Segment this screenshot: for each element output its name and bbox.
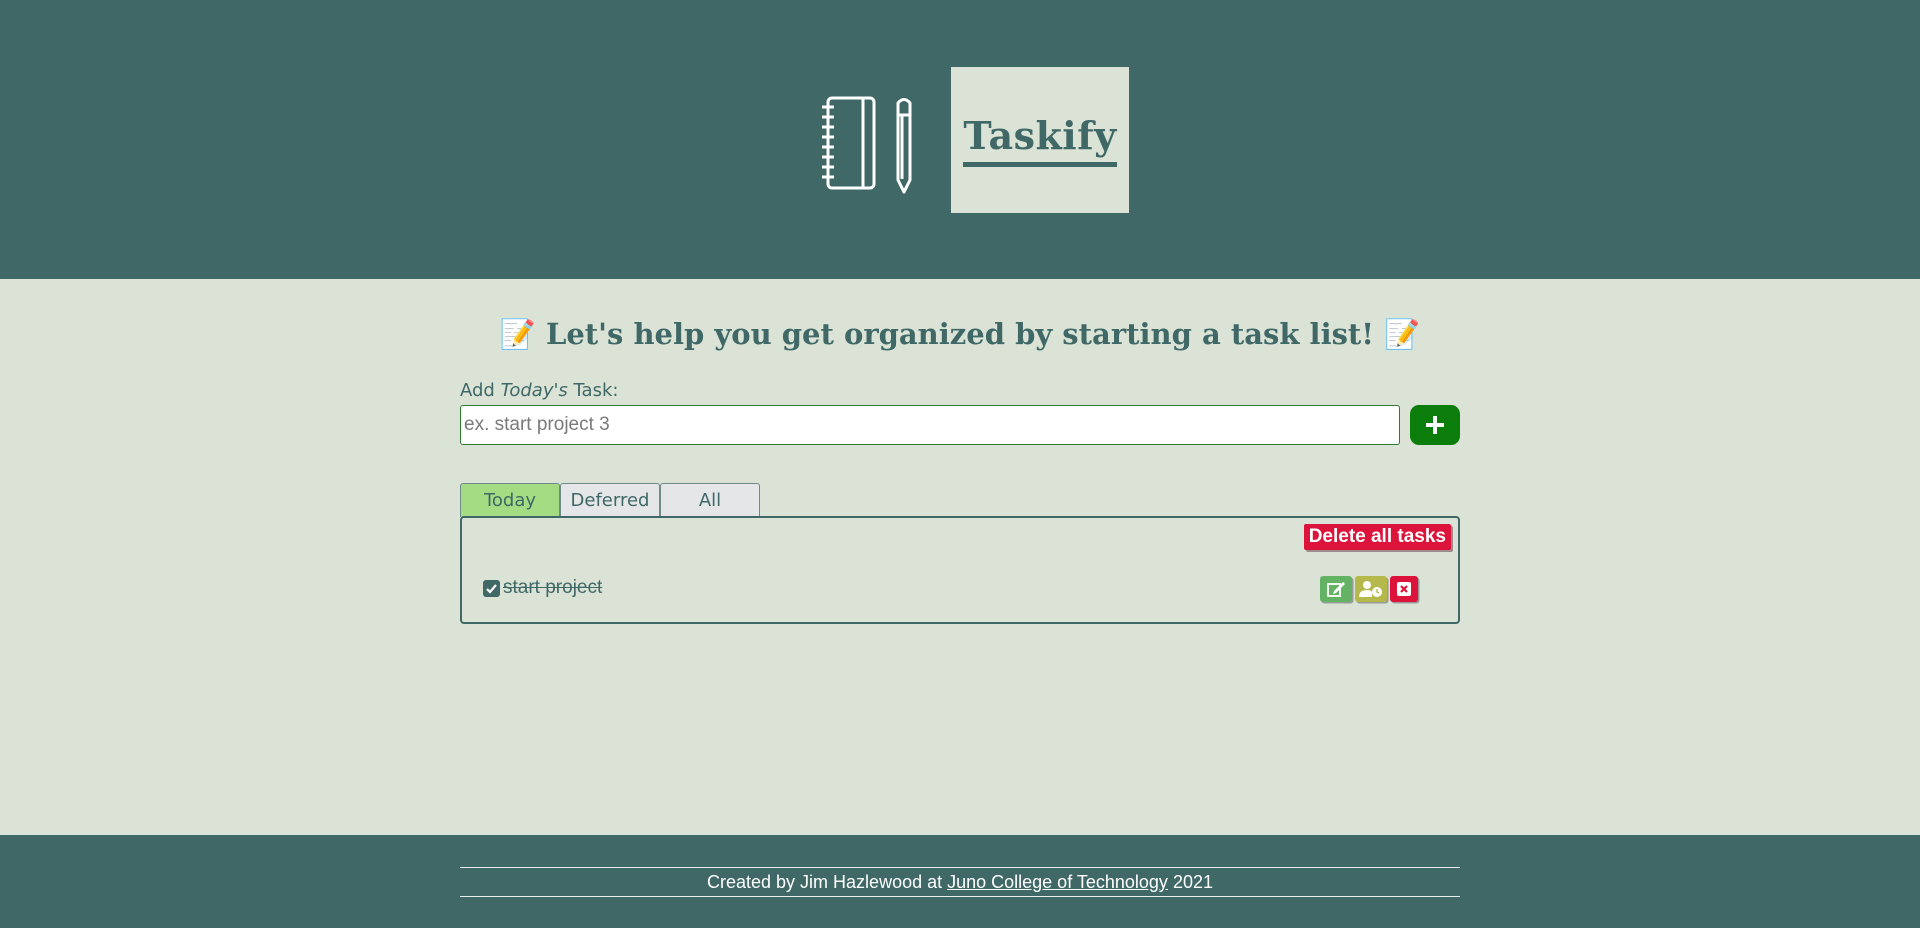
delete-all-tasks-button[interactable]: Delete all tasks	[1303, 524, 1451, 550]
edit-task-button[interactable]	[1320, 576, 1352, 602]
add-label-emphasis: Today's	[500, 380, 568, 401]
memo-icon: 📝	[499, 317, 536, 351]
site-footer: Created by Jim Hazlewood at Juno College…	[0, 835, 1920, 928]
tab-all[interactable]: All	[660, 483, 760, 517]
task-input[interactable]	[460, 405, 1400, 445]
task-tabs: Today Deferred All	[460, 483, 760, 517]
add-task-label: Add Today's Task:	[460, 380, 618, 401]
logo-box: Taskify	[951, 67, 1129, 213]
footer-link[interactable]: Juno College of Technology	[947, 872, 1168, 893]
tab-today[interactable]: Today	[460, 483, 560, 517]
footer-suffix: 2021	[1167, 871, 1213, 892]
main-content: 📝 Let's help you get organized by starti…	[0, 279, 1920, 835]
plus-icon	[1426, 416, 1444, 434]
footer-credit: Created by Jim Hazlewood at Juno College…	[460, 867, 1460, 897]
app-title: Taskify	[963, 113, 1117, 167]
task-list-panel: Delete all tasks start project	[460, 516, 1460, 624]
task-checkbox[interactable]	[483, 579, 500, 597]
add-label-prefix: Add	[460, 380, 501, 401]
tab-deferred[interactable]: Deferred	[560, 483, 660, 517]
delete-task-button[interactable]	[1390, 576, 1418, 602]
user-clock-icon	[1359, 581, 1382, 597]
site-header: Taskify	[0, 0, 1920, 279]
notebook-pencil-icon	[822, 96, 912, 194]
add-task-button[interactable]	[1410, 405, 1460, 445]
task-item: start project	[483, 577, 602, 599]
defer-task-button[interactable]	[1355, 576, 1387, 602]
checkmark-icon	[486, 583, 497, 594]
headline-text: Let's help you get organized by starting…	[545, 317, 1375, 351]
footer-prefix: Created by Jim Hazlewood at	[707, 871, 948, 892]
add-label-suffix: Task:	[567, 380, 619, 401]
edit-icon	[1327, 582, 1345, 597]
page-headline: 📝 Let's help you get organized by starti…	[0, 317, 1920, 352]
memo-icon: 📝	[1384, 317, 1421, 351]
delete-x-icon	[1397, 582, 1411, 596]
task-text: start project	[503, 577, 603, 598]
task-actions	[1320, 576, 1421, 602]
